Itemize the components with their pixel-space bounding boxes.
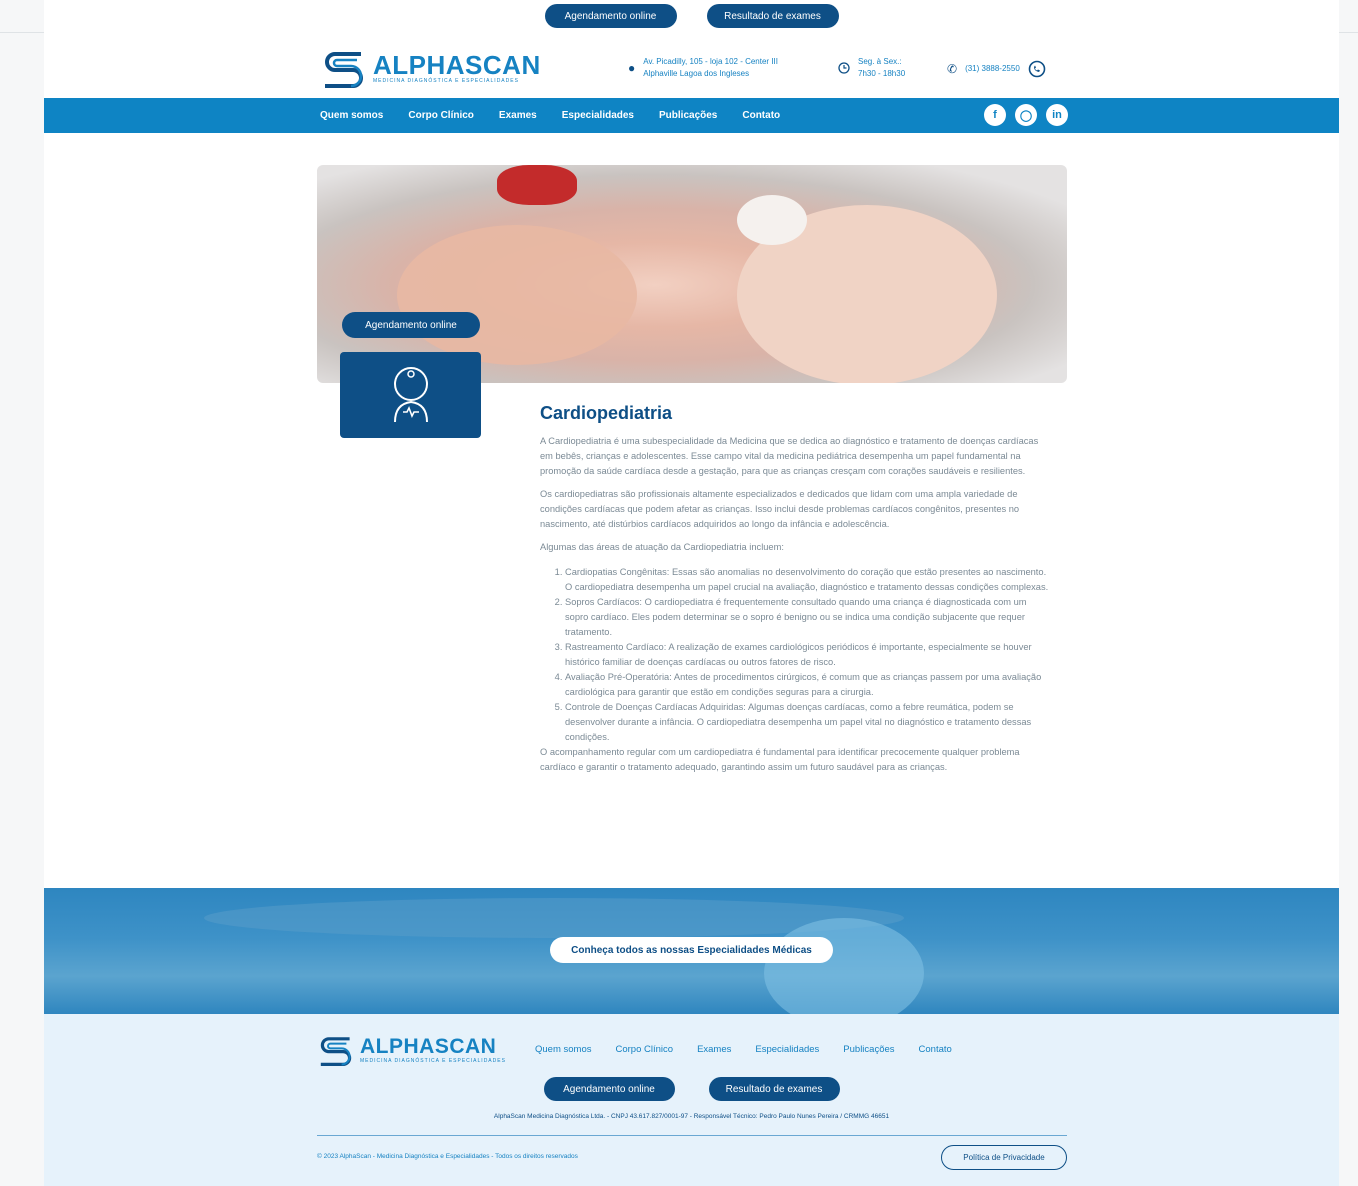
specialty-icon-box <box>340 352 481 438</box>
nav-item-especialidades[interactable]: Especialidades <box>562 110 634 121</box>
nav-item-exames[interactable]: Exames <box>499 110 537 121</box>
list-item: Rastreamento Cardíaco: A realização de e… <box>565 640 1052 670</box>
logo-icon <box>320 1037 352 1066</box>
phone-icon: ✆ <box>947 62 958 76</box>
article-paragraph: Os cardiopediatras são profissionais alt… <box>540 489 1020 529</box>
footer-link-publicacoes[interactable]: Publicações <box>843 1044 894 1055</box>
footer-link-exames[interactable]: Exames <box>697 1044 731 1055</box>
footer-results-button[interactable]: Resultado de exames <box>708 1077 840 1101</box>
article: Cardiopediatria A Cardiopediatria é uma … <box>540 402 1052 783</box>
nav-item-corpo-clinico[interactable]: Corpo Clínico <box>408 110 474 121</box>
logo-icon <box>325 52 363 88</box>
privacy-policy-button[interactable]: Política de Privacidade <box>941 1145 1067 1170</box>
brand-name: ALPHASCAN <box>373 50 541 80</box>
clock-icon <box>838 62 850 74</box>
footer-link-especialidades[interactable]: Especialidades <box>755 1044 819 1055</box>
linkedin-icon[interactable]: in <box>1046 104 1068 126</box>
footer-link-corpo-clinico[interactable]: Corpo Clínico <box>616 1044 674 1055</box>
hours-line-2: 7h30 - 18h30 <box>858 69 906 78</box>
footer-nav: Quem somos Corpo Clínico Exames Especial… <box>535 1044 952 1055</box>
address-info: ● Av. Picadilly, 105 - loja 102 - Center… <box>628 56 778 80</box>
brand-name: ALPHASCAN <box>360 1035 497 1058</box>
list-item: Cardiopatias Congênitas: Essas são anoma… <box>565 565 1052 595</box>
social-links: f ◯ in <box>984 104 1068 126</box>
main-nav: Quem somos Corpo Clínico Exames Especial… <box>44 98 1339 133</box>
brand-tagline: MEDICINA DIAGNÓSTICA E ESPECIALIDADES <box>373 78 519 84</box>
top-bar: Agendamento online Resultado de exames <box>44 4 1339 30</box>
copyright: © 2023 AlphaScan - Medicina Diagnóstica … <box>317 1153 578 1160</box>
footer-buttons: Agendamento online Resultado de exames <box>44 1077 1339 1101</box>
hours-info: Seg. à Sex.: 7h30 - 18h30 <box>838 56 905 80</box>
article-paragraph: A Cardiopediatria é uma subespecialidade… <box>540 436 1039 476</box>
all-specialties-button[interactable]: Conheça todos as nossas Especialidades M… <box>550 937 833 963</box>
hours-line-1: Seg. à Sex.: <box>858 57 902 66</box>
article-closing: O acompanhamento regular com um cardiope… <box>540 747 1020 772</box>
phone-number[interactable]: (31) 3888-2550 <box>965 63 1020 75</box>
instagram-icon[interactable]: ◯ <box>1015 104 1037 126</box>
address-line-1: Av. Picadilly, 105 - loja 102 - Center I… <box>643 57 778 66</box>
areas-list: Cardiopatias Congênitas: Essas são anoma… <box>565 565 1052 745</box>
baby-heart-icon <box>393 367 428 423</box>
footer-schedule-button[interactable]: Agendamento online <box>543 1077 675 1101</box>
address-line-2: Alphaville Lagoa dos Ingleses <box>643 69 750 78</box>
list-intro: Algumas das áreas de atuação da Cardiope… <box>540 542 784 552</box>
map-pin-icon: ● <box>628 61 636 75</box>
divider <box>1339 32 1358 33</box>
brand-tagline: MEDICINA DIAGNÓSTICA E ESPECIALIDADES <box>360 1058 506 1064</box>
whatsapp-icon[interactable] <box>1028 60 1046 78</box>
specialties-banner: Conheça todos as nossas Especialidades M… <box>44 888 1339 1014</box>
list-item: Controle de Doenças Cardíacas Adquiridas… <box>565 700 1052 745</box>
hero-schedule-button[interactable]: Agendamento online <box>342 312 480 338</box>
nav-item-contato[interactable]: Contato <box>742 110 780 121</box>
legal-info: AlphaScan Medicina Diagnóstica Ltda. - C… <box>493 1113 890 1120</box>
page: Agendamento online Resultado de exames A… <box>44 0 1339 1186</box>
footer-link-contato[interactable]: Contato <box>919 1044 952 1055</box>
exam-results-button[interactable]: Resultado de exames <box>706 4 839 28</box>
schedule-online-button[interactable]: Agendamento online <box>544 4 677 28</box>
phone-info[interactable]: ✆ (31) 3888-2550 <box>947 60 1046 78</box>
nav-item-publicacoes[interactable]: Publicações <box>659 110 717 121</box>
footer-logo[interactable]: ALPHASCAN MEDICINA DIAGNÓSTICA E ESPECIA… <box>317 1034 506 1066</box>
nav-item-quem-somos[interactable]: Quem somos <box>320 110 383 121</box>
list-item: Sopros Cardíacos: O cardiopediatra é fre… <box>565 595 1052 640</box>
hero-image <box>317 165 1067 383</box>
facebook-icon[interactable]: f <box>984 104 1006 126</box>
footer: ALPHASCAN MEDICINA DIAGNÓSTICA E ESPECIA… <box>44 1014 1339 1186</box>
logo[interactable]: ALPHASCAN MEDICINA DIAGNÓSTICA E ESPECIA… <box>321 48 541 88</box>
footer-link-quem-somos[interactable]: Quem somos <box>535 1044 592 1055</box>
divider <box>0 32 44 33</box>
page-title: Cardiopediatria <box>540 403 673 423</box>
list-item: Avaliação Pré-Operatória: Antes de proce… <box>565 670 1052 700</box>
divider <box>317 1135 1067 1136</box>
header: ALPHASCAN MEDICINA DIAGNÓSTICA E ESPECIA… <box>44 38 1339 98</box>
